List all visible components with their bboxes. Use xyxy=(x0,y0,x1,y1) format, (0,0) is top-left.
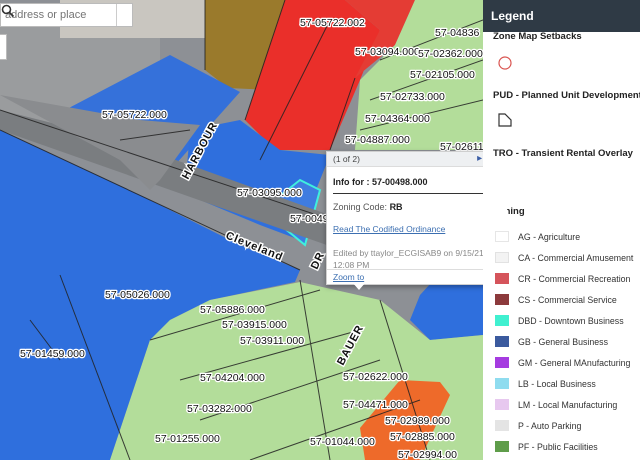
popup-count: (1 of 2) xyxy=(333,154,360,164)
legend-swatch xyxy=(495,336,509,347)
parcel-label: 57-04204.000 xyxy=(200,372,265,384)
parcel-label: 57-04836 xyxy=(435,27,480,39)
legend-item: CA - Commercial Amusement xyxy=(495,252,633,263)
legend-swatch xyxy=(495,231,509,242)
search-box xyxy=(0,3,133,27)
parcel-label: 57-04364.000 xyxy=(365,113,430,125)
legend-section-tro: TRO - Transient Rental Overlay xyxy=(493,148,633,159)
parcel-label: 57-03911.000 xyxy=(240,335,304,347)
zoom-to-link[interactable]: Zoom to xyxy=(333,272,364,282)
legend-item: GM - General MAnufacturing xyxy=(495,357,630,368)
parcel-label: 57-01255.000 xyxy=(155,433,220,445)
legend-occluded-area xyxy=(483,194,507,224)
parcel-label: 57-05026.000 xyxy=(105,289,170,301)
pud-outline-icon xyxy=(498,113,512,127)
zoom-control[interactable] xyxy=(0,34,7,60)
legend-item: P - Auto Parking xyxy=(495,420,581,431)
parcel-label: 57-01459.000 xyxy=(20,348,85,360)
parcel-label: 57-05722.000 xyxy=(102,109,167,121)
parcel-label: 57-02994.00 xyxy=(398,449,457,460)
parcel-label: 57-02989.000 xyxy=(385,415,450,427)
legend-section-pud: PUD - Planned Unit Development xyxy=(493,90,640,101)
legend-swatch xyxy=(495,441,509,452)
search-input[interactable] xyxy=(1,4,116,26)
parcel-label: 57-03095.000 xyxy=(237,187,302,199)
parcel-label: 57-02362.000 xyxy=(418,48,483,60)
next-feature-icon[interactable]: ▸ xyxy=(477,152,482,166)
legend-swatch xyxy=(495,252,509,263)
legend-item: PF - Public Facilities xyxy=(495,441,598,452)
legend-panel: Legend Zone Map Setbacks PUD - Planned U… xyxy=(483,0,640,460)
legend-item: LB - Local Business xyxy=(495,378,596,389)
popup-pointer xyxy=(352,282,366,290)
legend-item: CS - Commercial Service xyxy=(495,294,617,305)
legend-swatch xyxy=(495,399,509,410)
search-icon xyxy=(1,4,15,18)
legend-item: AG - Agriculture xyxy=(495,231,580,242)
parcel-label: 57-05886.000 xyxy=(200,304,265,316)
parcel-label: 57-04887.000 xyxy=(345,134,410,146)
search-button[interactable] xyxy=(1,4,132,26)
parcel-label: 57-02885.000 xyxy=(390,431,455,443)
parcel-label: 57-02733.000 xyxy=(380,91,445,103)
legend-item: LM - Local Manufacturing xyxy=(495,399,617,410)
legend-item: GB - General Business xyxy=(495,336,608,347)
zoning-code-label: Zoning Code: xyxy=(333,202,388,212)
legend-swatch xyxy=(495,420,509,431)
parcel-label: 57-03282.000 xyxy=(187,403,252,415)
parcel-label: 57-02622.000 xyxy=(343,371,408,383)
parcel-label: 57-03915.000 xyxy=(222,319,287,331)
legend-swatch xyxy=(495,378,509,389)
legend-item: DBD - Downtown Business xyxy=(495,315,624,326)
parcel-label: 57-02105.000 xyxy=(410,69,475,81)
parcel-label: 57-04471.000 xyxy=(343,399,408,411)
setback-circle-icon xyxy=(498,56,512,70)
legend-item: CR - Commercial Recreation xyxy=(495,273,630,284)
legend-swatch xyxy=(495,315,509,326)
legend-swatch xyxy=(495,357,509,368)
parcel-label: 57-03094.000 xyxy=(355,46,420,58)
zoning-code-value: RB xyxy=(389,202,403,212)
parcel-label: 57-01044.000 xyxy=(310,436,375,448)
legend-swatch xyxy=(495,294,509,305)
legend-title: Legend xyxy=(483,0,640,32)
legend-swatch xyxy=(495,273,509,284)
legend-section-setbacks: Zone Map Setbacks xyxy=(493,31,582,42)
parcel-label: 57-05722.002 xyxy=(300,17,365,29)
